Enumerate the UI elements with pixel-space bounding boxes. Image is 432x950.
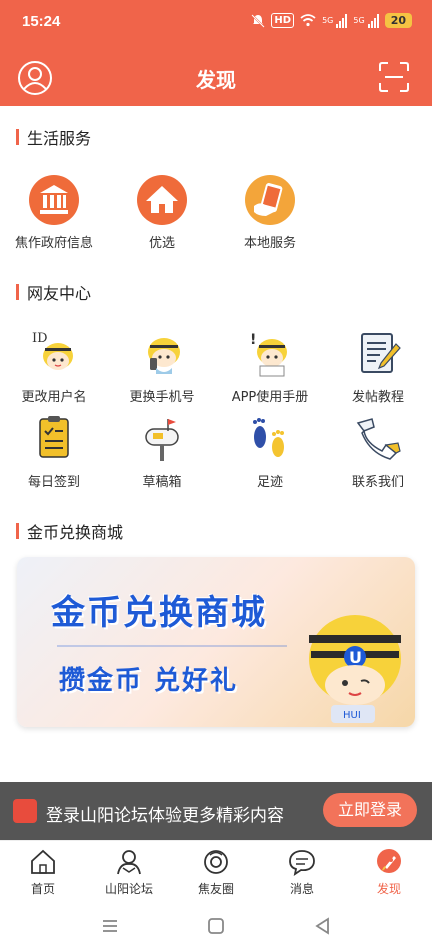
post-tutorial-icon xyxy=(361,333,401,373)
app-logo-icon xyxy=(13,799,37,823)
circle-icon xyxy=(204,850,228,874)
community-contact-us[interactable]: 联系我们 xyxy=(324,413,432,490)
scan-icon[interactable] xyxy=(378,61,410,93)
service-youxuan[interactable]: 优选 xyxy=(108,174,216,251)
tab-circle[interactable]: 焦友圈 xyxy=(173,847,259,897)
government-building-icon xyxy=(29,175,79,225)
back-triangle-icon[interactable] xyxy=(314,917,332,935)
community-label: 联系我们 xyxy=(351,475,404,490)
home-square-icon[interactable] xyxy=(207,917,225,935)
page-title: 发现 xyxy=(196,68,236,92)
tab-forum[interactable]: 山阳论坛 xyxy=(86,847,172,897)
status-bar: 15:24 HD 5G 5G 20 xyxy=(0,0,432,48)
mailbox-icon xyxy=(145,419,179,461)
community-change-phone[interactable]: 更换手机号 xyxy=(108,328,216,405)
section-title-text: 网友中心 xyxy=(27,284,92,303)
mascot-manual-icon: ! xyxy=(250,332,287,377)
home-outline-icon xyxy=(31,849,55,874)
banner-title: 金币兑换商城 xyxy=(51,593,267,633)
mascot-id-icon: ID xyxy=(32,331,73,370)
section-title-community: 网友中心 xyxy=(16,280,91,304)
message-icon xyxy=(289,850,315,876)
menu-icon[interactable] xyxy=(101,918,119,934)
section-title-text: 生活服务 xyxy=(27,129,92,148)
mascot-phone-icon xyxy=(148,338,180,374)
svg-text:!: ! xyxy=(250,332,256,348)
community-label: 每日签到 xyxy=(27,475,80,490)
footprints-icon xyxy=(253,418,284,457)
discover-rocket-icon xyxy=(377,849,401,873)
section-title-life: 生活服务 xyxy=(16,125,91,149)
banner-badge: HUI xyxy=(343,710,361,721)
community-label: 发帖教程 xyxy=(351,390,404,405)
community-post-tutorial[interactable]: 发帖教程 xyxy=(324,328,432,405)
coin-mall-banner[interactable]: 金币兑换商城 攒金币 兑好礼 U HUI xyxy=(17,557,415,727)
svg-text:U: U xyxy=(349,648,362,667)
service-local[interactable]: 本地服务 xyxy=(216,174,324,251)
home-icon xyxy=(137,175,187,225)
tab-messages[interactable]: 消息 xyxy=(259,847,345,897)
top-header: 发现 xyxy=(0,48,432,106)
banner-divider xyxy=(57,645,287,647)
banner-subtitle: 攒金币 兑好礼 xyxy=(59,666,239,696)
hd-badge: HD xyxy=(271,13,295,28)
wifi-icon xyxy=(300,14,316,27)
community-change-username[interactable]: ID 更改用户名 xyxy=(0,328,108,405)
contact-us-icon xyxy=(356,418,401,460)
community-label: 更换手机号 xyxy=(129,390,195,405)
section-title-text: 金币兑换商城 xyxy=(27,523,124,542)
status-time: 15:24 xyxy=(22,13,61,30)
forum-icon xyxy=(117,850,141,875)
community-label: 更改用户名 xyxy=(21,390,87,405)
svg-text:ID: ID xyxy=(32,331,48,346)
service-label: 本地服务 xyxy=(243,236,296,251)
section-accent-bar xyxy=(16,523,19,539)
community-label: 足迹 xyxy=(256,475,283,490)
tab-discover[interactable]: 发现 xyxy=(346,847,432,897)
signal-icon-2 xyxy=(367,13,379,28)
network-type-2: 5G xyxy=(353,16,365,25)
tab-label: 山阳论坛 xyxy=(104,882,153,896)
section-accent-bar xyxy=(16,284,19,300)
status-icons: HD 5G 5G 20 xyxy=(251,13,412,28)
community-app-manual[interactable]: ! APP使用手册 xyxy=(216,328,324,405)
login-button[interactable]: 立即登录 xyxy=(323,793,417,827)
bottom-tab-bar: 首页 山阳论坛 焦友圈 消息 发现 xyxy=(0,840,432,902)
local-service-icon xyxy=(245,175,295,225)
community-label: APP使用手册 xyxy=(231,390,309,405)
section-accent-bar xyxy=(16,129,19,145)
signal-icon-1 xyxy=(336,13,348,28)
tab-label: 发现 xyxy=(376,882,401,896)
community-daily-checkin[interactable]: 每日签到 xyxy=(0,413,108,490)
section-title-mall: 金币兑换商城 xyxy=(16,519,123,543)
tab-home[interactable]: 首页 xyxy=(0,847,86,897)
service-label: 焦作政府信息 xyxy=(14,236,93,251)
community-footprints[interactable]: 足迹 xyxy=(216,413,324,490)
bee-mascot-icon: U HUI xyxy=(309,615,401,723)
community-drafts[interactable]: 草稿箱 xyxy=(108,413,216,490)
service-label: 优选 xyxy=(148,236,175,251)
tab-label: 首页 xyxy=(30,882,55,896)
tab-label: 焦友圈 xyxy=(197,882,234,896)
battery-icon: 20 xyxy=(384,13,412,28)
community-label: 草稿箱 xyxy=(142,475,182,490)
login-prompt-text: 登录山阳论坛体验更多精彩内容 xyxy=(46,806,284,826)
tab-label: 消息 xyxy=(289,882,314,896)
login-prompt-bar: 登录山阳论坛体验更多精彩内容 立即登录 xyxy=(0,782,432,840)
checkin-clipboard-icon xyxy=(39,416,69,458)
network-type-1: 5G xyxy=(322,16,334,25)
mute-bell-icon xyxy=(251,13,266,28)
service-gov-info[interactable]: 焦作政府信息 xyxy=(0,174,108,251)
system-nav-bar xyxy=(0,902,432,950)
